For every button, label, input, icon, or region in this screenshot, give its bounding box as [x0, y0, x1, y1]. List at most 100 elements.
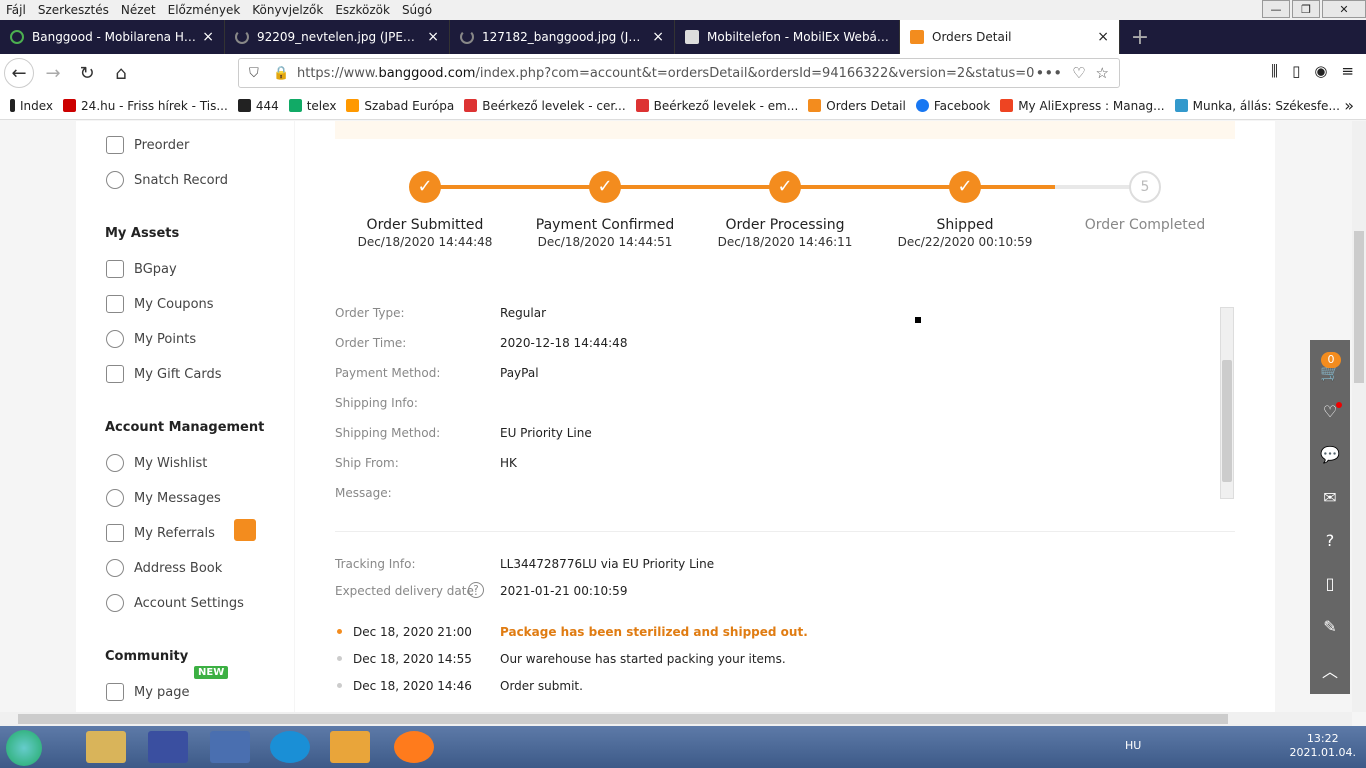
tab-orders-detail[interactable]: Orders Detail ×	[900, 20, 1120, 54]
menu-history[interactable]: Előzmények	[162, 3, 247, 17]
edge-icon[interactable]	[270, 731, 310, 763]
horizontal-scrollbar-thumb[interactable]	[18, 714, 1228, 724]
bookmark-orders-detail[interactable]: Orders Detail	[808, 99, 906, 113]
help-button[interactable]: ?	[1310, 519, 1350, 562]
firefox-icon[interactable]	[394, 731, 434, 763]
bookmark-index[interactable]: Index	[10, 99, 53, 113]
timeline-message: Our warehouse has started packing your i…	[500, 652, 786, 666]
feedback-button[interactable]: ✎	[1310, 605, 1350, 648]
tab-close-icon[interactable]: ×	[202, 29, 214, 45]
more-actions-icon[interactable]: •••	[1036, 64, 1063, 82]
account-icon[interactable]: ◉	[1314, 62, 1327, 80]
bookmark-aliexpress[interactable]: My AliExpress : Manag...	[1000, 99, 1165, 113]
sidebar-item-address-book[interactable]: Address Book	[106, 559, 222, 577]
bookmark-telex[interactable]: telex	[288, 99, 336, 113]
tracking-info-label: Tracking Info:	[335, 557, 416, 571]
sidebar-item-preorder[interactable]: Preorder	[106, 136, 189, 154]
start-button[interactable]	[6, 730, 42, 766]
coupon-icon: ✉	[1323, 488, 1337, 507]
close-window-button[interactable]: ✕	[1322, 0, 1366, 18]
address-bar[interactable]: ⛉ 🔒 https://www.banggood.com/index.php?c…	[238, 58, 1120, 88]
shield-icon[interactable]: ⛉	[249, 66, 259, 81]
explorer-icon[interactable]	[86, 731, 126, 763]
forward-button[interactable]: →	[38, 58, 68, 88]
page-horizontal-scrollbar[interactable]	[0, 712, 1352, 726]
chat-button[interactable]: 💬	[1310, 433, 1350, 476]
sidebar-item-account-settings[interactable]: Account Settings	[106, 594, 244, 612]
sidebar-item-my-page[interactable]: My page	[106, 683, 190, 701]
cart-count-badge: 0	[1321, 352, 1341, 368]
outlook-icon[interactable]	[330, 731, 370, 763]
bookmark-gmail-2[interactable]: Beérkező levelek - em...	[635, 99, 798, 113]
step-title: Order Completed	[1084, 217, 1206, 233]
maximize-button[interactable]: ❐	[1292, 0, 1320, 18]
notes-icon: ✎	[1323, 617, 1337, 636]
tab-banggood-mobilarena[interactable]: Banggood - Mobilarena Hozzá ×	[0, 20, 225, 54]
loading-icon	[235, 30, 249, 44]
mobile-app-button[interactable]: ▯	[1310, 562, 1350, 605]
sidebar-item-gift-cards[interactable]: My Gift Cards	[106, 365, 222, 383]
sidebar-item-coupons[interactable]: My Coupons	[106, 295, 214, 313]
sidebar-item-referrals[interactable]: My Referrals	[106, 524, 215, 542]
bookmark-szabad-europa[interactable]: Szabad Európa	[346, 99, 454, 113]
bookmark-gmail-1[interactable]: Beérkező levelek - cer...	[464, 99, 626, 113]
expected-delivery-label: Expected delivery date:	[335, 584, 478, 598]
sidebar-item-bgpay[interactable]: BGpay	[106, 260, 177, 278]
bookmark-munka[interactable]: Munka, állás: Székesfe...	[1174, 99, 1340, 113]
step-date: Dec/18/2020 14:46:11	[717, 235, 853, 249]
page-vertical-scrollbar[interactable]	[1352, 121, 1366, 712]
wallet-icon	[106, 260, 124, 278]
wishlist-button[interactable]: ♡	[1310, 390, 1350, 433]
menu-bookmarks[interactable]: Könyvjelzők	[246, 3, 329, 17]
info-scrollbar-thumb[interactable]	[1222, 360, 1232, 482]
cart-button[interactable]: 0 🛒	[1310, 340, 1350, 390]
menu-edit[interactable]: Szerkesztés	[32, 3, 115, 17]
pocket-icon[interactable]: ♡	[1072, 64, 1085, 82]
back-button[interactable]: ←	[4, 58, 34, 88]
network-icon[interactable]	[210, 731, 250, 763]
bookmarks-overflow-icon[interactable]: »	[1344, 96, 1354, 115]
bookmark-24hu[interactable]: 24.hu - Friss hírek - Tis...	[63, 99, 228, 113]
help-icon[interactable]: ?	[468, 582, 484, 598]
bookmark-facebook[interactable]: Facebook	[915, 99, 990, 113]
minimize-button[interactable]: —	[1262, 0, 1290, 18]
sidebar-icon[interactable]: ▯	[1292, 62, 1300, 80]
tab-favicon	[10, 30, 24, 44]
menu-icon[interactable]: ≡	[1341, 62, 1354, 80]
sidebar-item-messages[interactable]: My Messages	[106, 489, 221, 507]
vertical-scrollbar-thumb[interactable]	[1354, 231, 1364, 383]
sidebar-item-snatch-record[interactable]: Snatch Record	[106, 171, 228, 189]
language-indicator[interactable]: HU	[1125, 739, 1141, 752]
menu-view[interactable]: Nézet	[115, 3, 162, 17]
tab-jpeg-2[interactable]: 127182_banggood.jpg (JPEG kép ×	[450, 20, 675, 54]
gift-box-icon	[234, 519, 256, 541]
menu-help[interactable]: Súgó	[396, 3, 438, 17]
system-clock[interactable]: 13:22 2021.01.04.	[1290, 732, 1356, 760]
lock-icon: 🔒	[273, 65, 290, 81]
navigation-bar: ← → ↻ ⌂ ⛉ 🔒 https://www.banggood.com/ind…	[0, 54, 1366, 92]
tab-mobilex[interactable]: Mobiltelefon - MobilEx Webáru	[675, 20, 900, 54]
menu-tools[interactable]: Eszközök	[329, 3, 396, 17]
coupon-button[interactable]: ✉	[1310, 476, 1350, 519]
info-scrollbar[interactable]	[1220, 307, 1234, 499]
save-icon[interactable]	[148, 731, 188, 763]
gear-icon	[106, 594, 124, 612]
menu-file[interactable]: Fájl	[0, 3, 32, 17]
tab-jpeg-1[interactable]: 92209_nevtelen.jpg (JPEG kép, 1 ×	[225, 20, 450, 54]
tab-close-icon[interactable]: ×	[652, 29, 664, 45]
sidebar-item-wishlist[interactable]: My Wishlist	[106, 454, 207, 472]
home-button[interactable]: ⌂	[106, 58, 136, 88]
tab-close-icon[interactable]: ×	[427, 29, 439, 45]
expected-delivery-value: 2021-01-21 00:10:59	[500, 584, 628, 598]
tab-close-icon[interactable]: ×	[1097, 29, 1109, 45]
tab-label: Banggood - Mobilarena Hozzá	[32, 30, 197, 44]
bookmark-444[interactable]: 444	[237, 99, 279, 113]
back-to-top-button[interactable]: ︿	[1310, 648, 1350, 691]
new-tab-button[interactable]: +	[1120, 20, 1160, 54]
reload-button[interactable]: ↻	[72, 58, 102, 88]
step-date: Dec/22/2020 00:10:59	[897, 235, 1033, 249]
sidebar-item-points[interactable]: My Points	[106, 330, 196, 348]
bookmark-star-icon[interactable]: ☆	[1096, 64, 1109, 82]
location-icon	[106, 559, 124, 577]
library-icon[interactable]: ⫼	[1271, 62, 1278, 80]
